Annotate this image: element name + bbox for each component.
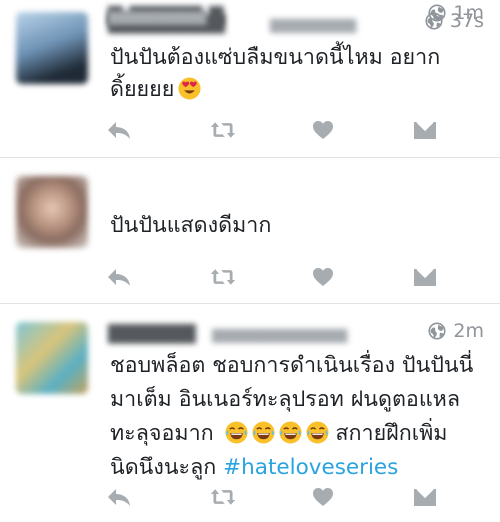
tweet-text-line: ทะลุจอมาก สกายฝึกเพิ่ม [110,417,486,451]
retweet-icon [210,487,236,507]
reply-icon [106,486,132,508]
tweet-meta: 1m [428,2,484,24]
retweet-button[interactable] [210,118,236,142]
tweet-text-line: นิดนึงนะลูก #hateloveseries [110,451,486,485]
tweet-text: ชอบพล็อต ชอบการดำเนินเรื่อง ปันปันนี่ มา… [110,349,486,485]
retweet-icon [210,120,236,140]
tweet-actions [104,265,460,289]
like-button[interactable] [310,265,336,289]
reply-button[interactable] [106,265,132,289]
globe-icon [428,4,446,22]
reply-button[interactable] [106,118,132,142]
tweet-text-line: ดิ้ยยยย [110,74,486,106]
direct-message-button[interactable] [412,118,438,142]
tweet-text-fragment: ทะลุจอมาก [110,421,214,446]
like-icon [312,120,334,140]
direct-message-button[interactable] [412,265,438,289]
blurred-display-name: ▇▇▇▇▇▇ [108,322,196,344]
tweet-timestamp[interactable]: 1m [453,2,484,24]
reply-button[interactable] [106,485,132,509]
reply-icon [106,119,132,141]
like-button[interactable] [310,118,336,142]
heart-eyes-emoji-icon [178,77,201,100]
tweet-actions [104,485,460,509]
avatar[interactable] [16,12,88,84]
laughing-tears-emoji-icon [252,421,275,444]
tweet-text: ปันปันต้องแซ่บลืมขนาดนี้ไหม อยาก ดิ้ยยยย [110,42,486,106]
laughing-tears-emoji-icon [306,421,329,444]
like-button[interactable] [310,485,336,509]
direct-message-button[interactable] [412,485,438,509]
reply-icon [106,266,132,288]
direct-message-icon [413,486,437,508]
blurred-username: ▆▆▆▆▆▆▆▆▆▆▆ [212,324,348,343]
avatar[interactable] [16,176,88,248]
direct-message-icon [413,119,437,141]
tweet-header: ▇ ▇▇▇▇▇ ▇ ▆▆▆▆▆▆▆▆ 1m [108,0,484,26]
blurred-username: ▆▆▆▆▆▆▆▆ [108,6,207,25]
tweet-actions [104,118,460,142]
tweet-header: ▇▇▇▇▇▇ ▆▆▆▆▆▆▆▆▆▆▆ 2m [108,318,484,344]
retweet-button[interactable] [210,265,236,289]
tweet-text-line: ปันปันต้องแซ่บลืมขนาดนี้ไหม อยาก [110,45,441,70]
tweet-text-fragment: สกายฝึกเพิ่ม [335,421,448,446]
tweet-text-fragment: นิดนึงนะลูก [110,455,217,480]
retweet-icon [210,267,236,287]
like-icon [312,267,334,287]
laughing-tears-emoji-icon [225,421,248,444]
tweet-timestamp[interactable]: 2m [453,320,484,342]
tweet-text-line: มาเต็ม อินเนอร์ทะลุปรอท ฝนดูตอแหล [110,387,461,412]
retweet-button[interactable] [210,485,236,509]
tweet-text: ปันปันแสดงดีมาก [110,210,486,242]
laughing-tears-emoji-icon [279,421,302,444]
tweet-text-line: ปันปันแสดงดีมาก [110,213,272,238]
globe-icon [428,322,446,340]
tweet-text-fragment: ดิ้ยยยย [110,77,175,102]
hashtag-link[interactable]: #hateloveseries [223,455,398,480]
tweet-feed: ▇▇▇▇▇▇▇▇ ▆▆▆▆▆▆▆ 37s ปันปันต้องแซ่บลืมขน… [0,0,500,522]
tweet-meta: 2m [428,320,484,342]
avatar[interactable] [16,322,88,394]
tweet-text-line: ชอบพล็อต ชอบการดำเนินเรื่อง ปันปันนี่ [110,353,474,378]
like-icon [312,487,334,507]
direct-message-icon [413,266,437,288]
